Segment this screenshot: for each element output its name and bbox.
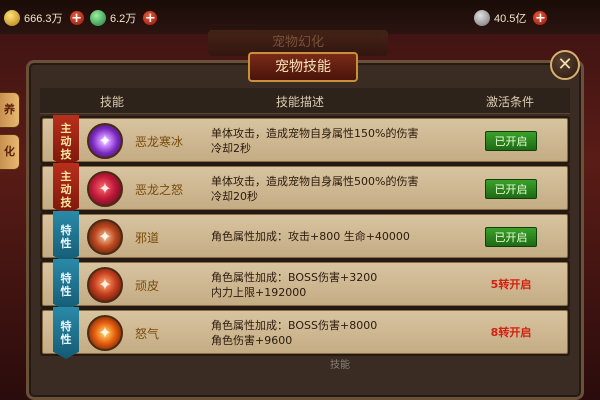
- red-dragon-icon[interactable]: ✦: [87, 171, 123, 207]
- skill-description: 角色属性加成：BOSS伤害+3200 内力上限+192000: [211, 270, 377, 300]
- jade-value: 6.2万: [110, 13, 137, 25]
- skill-row: 特 性 ✦ 顽皮 角色属性加成：BOSS伤害+3200 内力上限+192000 …: [42, 259, 568, 311]
- gold-value: 666.3万: [24, 13, 63, 25]
- coin-resource: 40.5亿 +: [474, 8, 549, 28]
- close-button[interactable]: ✕: [550, 50, 580, 80]
- gold-coin-icon: [4, 10, 20, 26]
- add-coins-button[interactable]: +: [532, 10, 549, 26]
- side-tab-transform[interactable]: 化: [0, 134, 20, 170]
- description-line-2: 冷却20秒: [211, 190, 258, 203]
- background-skill-tab: 技能: [330, 360, 350, 371]
- description-line-1: 角色属性加成：BOSS伤害+8000: [211, 319, 378, 332]
- description-line-2: 角色伤害+9600: [211, 334, 293, 347]
- skill-description: 角色属性加成：攻击+800 生命+40000: [211, 229, 410, 244]
- add-gold-button[interactable]: +: [68, 10, 85, 26]
- skill-type-badge: 特 性: [53, 259, 79, 311]
- header-condition: 激活条件: [486, 95, 535, 109]
- skill-row: 主 动 技 ✦ 恶龙寒冰 单体攻击，造成宠物自身属性150%的伤害 冷却2秒 已…: [42, 115, 568, 167]
- skill-name: 恶龙之怒: [135, 183, 184, 197]
- description-line-2: 内力上限+192000: [211, 286, 307, 299]
- tough-skin-icon[interactable]: ✦: [87, 267, 123, 303]
- skill-row: 主 动 技 ✦ 恶龙之怒 单体攻击，造成宠物自身属性500%的伤害 冷却20秒 …: [42, 163, 568, 215]
- skill-name: 顽皮: [135, 279, 160, 293]
- close-icon: ✕: [557, 54, 573, 75]
- skill-type-badge: 特 性: [53, 211, 79, 263]
- skill-description: 单体攻击，造成宠物自身属性500%的伤害 冷却20秒: [211, 174, 418, 204]
- skill-type-badge: 主 动 技: [53, 163, 79, 215]
- skill-description: 角色属性加成：BOSS伤害+8000 角色伤害+9600: [211, 318, 377, 348]
- coin-value: 40.5亿: [494, 13, 527, 25]
- description-line-1: 单体攻击，造成宠物自身属性150%的伤害: [211, 127, 419, 140]
- skill-row: 特 性 ✦ 邪道 角色属性加成：攻击+800 生命+40000 已开启: [42, 211, 568, 263]
- skill-name: 邪道: [135, 231, 160, 245]
- skill-type-badge: 主 动 技: [53, 115, 79, 167]
- description-line-2: 冷却2秒: [211, 142, 251, 155]
- activation-status: 已开启: [485, 179, 537, 199]
- table-header: 技能 技能描述 激活条件: [40, 88, 570, 114]
- jade-resource: 6.2万 +: [90, 8, 159, 28]
- description-line-1: 单体攻击，造成宠物自身属性500%的伤害: [211, 175, 419, 188]
- skill-row: 特 性 ✦ 怒气 角色属性加成：BOSS伤害+8000 角色伤害+9600 8转…: [42, 307, 568, 359]
- skill-name: 恶龙寒冰: [135, 135, 184, 149]
- rage-icon[interactable]: ✦: [87, 315, 123, 351]
- skill-name: 怒气: [135, 327, 160, 341]
- activation-status: 8转开启: [490, 326, 532, 339]
- jade-icon: [90, 10, 106, 26]
- description-line-1: 角色属性加成：攻击+800 生命+40000: [211, 230, 410, 243]
- side-tab-nurture[interactable]: 养: [0, 92, 20, 128]
- purple-burst-icon[interactable]: ✦: [87, 123, 123, 159]
- header-skill: 技能: [100, 95, 125, 109]
- description-line-1: 角色属性加成：BOSS伤害+3200: [211, 271, 378, 284]
- dialog-title: 宠物技能: [248, 52, 358, 82]
- header-description: 技能描述: [276, 95, 325, 109]
- activation-status: 5转开启: [490, 278, 532, 291]
- resource-bar: 666.3万 + 6.2万 + 40.5亿 +: [0, 0, 600, 34]
- add-jade-button[interactable]: +: [142, 10, 159, 26]
- silver-coin-icon: [474, 10, 490, 26]
- evil-way-icon[interactable]: ✦: [87, 219, 123, 255]
- activation-status: 已开启: [485, 131, 537, 151]
- gold-resource: 666.3万 +: [4, 8, 85, 28]
- skill-description: 单体攻击，造成宠物自身属性150%的伤害 冷却2秒: [211, 126, 418, 156]
- skill-type-badge: 特 性: [53, 307, 79, 359]
- activation-status: 已开启: [485, 227, 537, 247]
